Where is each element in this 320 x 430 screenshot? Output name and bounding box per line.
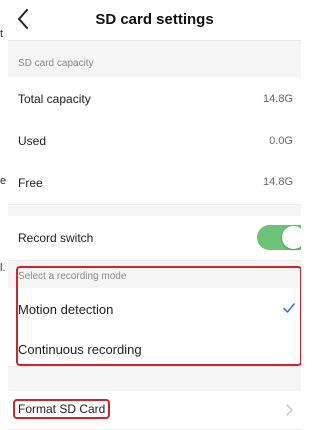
format-sd-card-label: Format SD Card xyxy=(13,399,111,419)
list-item-used: Used 0.0G xyxy=(8,120,301,163)
option-label: Motion detection xyxy=(18,302,114,317)
list-item-total-capacity: Total capacity 14.8G xyxy=(8,77,301,121)
checkmark-icon xyxy=(283,303,295,313)
row-value: 0.0G xyxy=(269,135,293,147)
section-label-capacity: SD card capacity xyxy=(18,58,94,69)
row-label: Record switch xyxy=(18,231,94,245)
list-item-record-switch: Record switch xyxy=(8,216,301,261)
row-label: Used xyxy=(18,134,47,148)
chevron-right-icon xyxy=(286,404,293,416)
option-motion-detection[interactable]: Motion detection xyxy=(8,288,301,332)
row-label: Total capacity xyxy=(18,92,91,106)
toggle-knob xyxy=(282,226,301,249)
nav-header: SD card settings xyxy=(8,0,301,41)
row-label: Format SD Card xyxy=(13,399,111,419)
list-item-free: Free 14.8G xyxy=(8,162,301,205)
row-value: 14.8G xyxy=(263,176,293,188)
section-label-recording-mode: Select a recording mode xyxy=(18,271,127,282)
record-switch-toggle[interactable] xyxy=(257,225,301,250)
row-value: 14.8G xyxy=(263,93,293,105)
option-continuous-recording[interactable]: Continuous recording xyxy=(8,331,301,367)
option-label: Continuous recording xyxy=(18,342,142,357)
page-title: SD card settings xyxy=(95,11,214,28)
list-item-format-sd-card[interactable]: Format SD Card xyxy=(8,391,301,430)
sd-card-settings-screen: SD card settings SD card capacity Total … xyxy=(8,0,301,430)
row-label: Free xyxy=(18,176,43,190)
